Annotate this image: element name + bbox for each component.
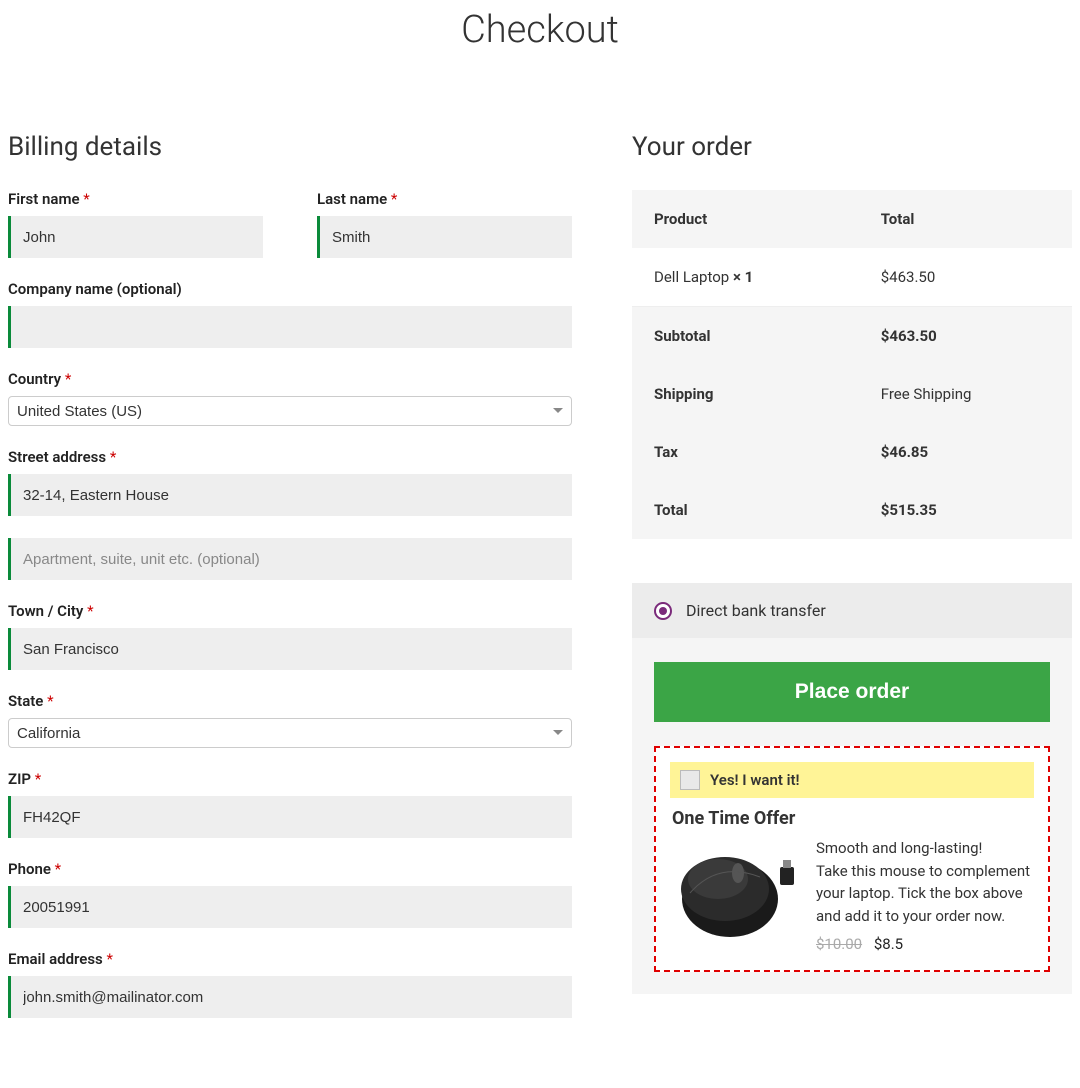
first-name-input[interactable] (8, 216, 263, 258)
total-value: $515.35 (859, 481, 1072, 539)
zip-label: ZIP * (8, 770, 572, 788)
offer-line1: Smooth and long-lasting! (816, 837, 1034, 860)
required-mark: * (65, 370, 71, 388)
payment-method-row[interactable]: Direct bank transfer (632, 583, 1072, 638)
offer-new-price: $8.5 (874, 935, 903, 953)
email-label: Email address * (8, 950, 572, 968)
col-total: Total (859, 190, 1072, 248)
place-order-button[interactable]: Place order (654, 662, 1050, 722)
required-mark: * (391, 190, 397, 208)
shipping-label: Shipping (632, 365, 859, 423)
required-mark: * (107, 950, 113, 968)
zip-input[interactable] (8, 796, 572, 838)
total-label: Total (632, 481, 859, 539)
offer-yes-label: Yes! I want it! (710, 771, 800, 789)
company-label: Company name (optional) (8, 280, 572, 298)
last-name-label: Last name * (317, 190, 572, 208)
required-mark: * (35, 770, 41, 788)
city-input[interactable] (8, 628, 572, 670)
order-table: Product Total Dell Laptop × 1 $463.50 (632, 190, 1072, 539)
subtotal-value: $463.50 (859, 307, 1072, 366)
country-select[interactable]: United States (US) (8, 396, 572, 426)
company-input[interactable] (8, 306, 572, 348)
radio-selected-icon (654, 602, 672, 620)
required-mark: * (87, 602, 93, 620)
offer-line2: Take this mouse to complement your lapto… (816, 860, 1034, 928)
required-mark: * (47, 692, 53, 710)
required-mark: * (55, 860, 61, 878)
state-label: State * (8, 692, 572, 710)
subtotal-label: Subtotal (632, 307, 859, 366)
email-input[interactable] (8, 976, 572, 1018)
first-name-label: First name * (8, 190, 263, 208)
col-product: Product (632, 190, 859, 248)
phone-label: Phone * (8, 860, 572, 878)
offer-opt-in[interactable]: Yes! I want it! (670, 762, 1034, 798)
street-label: Street address * (8, 448, 572, 466)
state-select[interactable]: California (8, 718, 572, 748)
street-input[interactable] (8, 474, 572, 516)
one-time-offer: Yes! I want it! One Time Offer (654, 746, 1050, 972)
order-item-row: Dell Laptop × 1 $463.50 (632, 248, 1072, 307)
billing-heading: Billing details (8, 132, 572, 162)
shipping-value: Free Shipping (859, 365, 1072, 423)
offer-old-price: $10.00 (816, 935, 862, 953)
item-name: Dell Laptop (654, 268, 733, 286)
page-title: Checkout (8, 8, 1072, 52)
item-total: $463.50 (859, 248, 1072, 307)
country-label: Country * (8, 370, 572, 388)
offer-title: One Time Offer (672, 808, 1032, 829)
item-qty: × 1 (733, 268, 753, 286)
tax-value: $46.85 (859, 423, 1072, 481)
required-mark: * (110, 448, 116, 466)
required-mark: * (83, 190, 89, 208)
phone-input[interactable] (8, 886, 572, 928)
order-heading: Your order (632, 132, 1072, 162)
tax-label: Tax (632, 423, 859, 481)
checkbox-icon[interactable] (680, 770, 700, 790)
city-label: Town / City * (8, 602, 572, 620)
mouse-product-image (670, 837, 804, 947)
street2-input[interactable] (8, 538, 572, 580)
last-name-input[interactable] (317, 216, 572, 258)
payment-method-label: Direct bank transfer (686, 601, 826, 620)
